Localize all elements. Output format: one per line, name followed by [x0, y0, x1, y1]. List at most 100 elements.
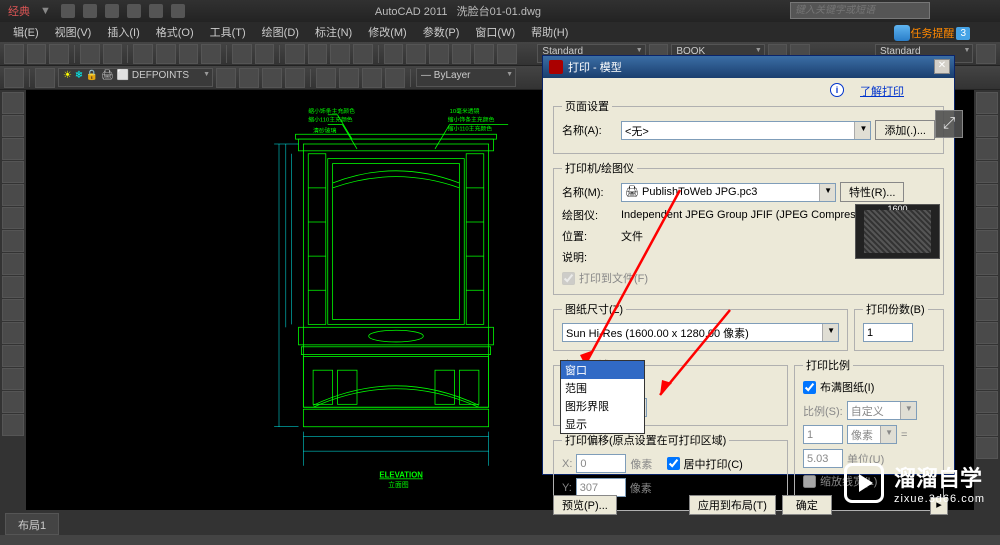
tool-pan-icon[interactable]	[285, 44, 305, 64]
qat-new-icon[interactable]	[61, 4, 75, 18]
tool-region-icon[interactable]	[2, 345, 24, 367]
menu-parametric[interactable]: 参数(P)	[415, 22, 468, 42]
tool-scale-icon[interactable]	[976, 253, 998, 275]
tool-move-icon[interactable]	[976, 207, 998, 229]
tool-fillet-icon[interactable]	[976, 414, 998, 436]
qat-undo-icon[interactable]	[127, 4, 141, 18]
menu-dimension[interactable]: 标注(N)	[307, 22, 360, 42]
plot-range-dropdown-list[interactable]: 窗口 范围 图形界限 显示	[560, 360, 645, 434]
plot-range-option-limits[interactable]: 图形界限	[561, 397, 644, 415]
layer-dropdown[interactable]: ☀ ❄ 🔒 🖨 ⬜ DEFPOINTS	[58, 68, 213, 87]
tool-open-icon[interactable]	[27, 44, 47, 64]
tool-attr-icon[interactable]	[385, 68, 405, 88]
plot-range-option-display[interactable]: 显示	[561, 415, 644, 433]
tool-copy-icon[interactable]	[156, 44, 176, 64]
qat-save-icon[interactable]	[105, 4, 119, 18]
tool-xline-icon[interactable]	[2, 115, 24, 137]
apply-layout-button[interactable]: 应用到布局(T)	[689, 495, 776, 515]
tool-mirror-icon[interactable]	[976, 138, 998, 160]
tool-array-icon[interactable]	[976, 184, 998, 206]
tool-line-icon[interactable]	[2, 92, 24, 114]
tool-properties-icon[interactable]	[384, 44, 404, 64]
tool-zoom-previous-icon[interactable]	[353, 44, 373, 64]
center-plot-checkbox[interactable]	[667, 457, 680, 470]
tool-preview-icon[interactable]	[103, 44, 123, 64]
tool-rotate-icon[interactable]	[976, 230, 998, 252]
printer-properties-button[interactable]: 特性(R)...	[840, 182, 904, 202]
tool-paste-icon[interactable]	[179, 44, 199, 64]
tool-gradient-icon[interactable]	[2, 414, 24, 436]
tool-cut-icon[interactable]	[133, 44, 153, 64]
tool-edit-icon[interactable]	[362, 68, 382, 88]
tool-layeriso-icon[interactable]	[216, 68, 236, 88]
qat-redo-icon[interactable]	[149, 4, 163, 18]
menu-help[interactable]: 帮助(H)	[523, 22, 576, 42]
menu-window[interactable]: 窗口(W)	[467, 22, 523, 42]
tool-new-icon[interactable]	[4, 44, 24, 64]
tool-break-icon[interactable]	[976, 345, 998, 367]
tool-ellipse-icon[interactable]	[2, 276, 24, 298]
copies-input[interactable]	[863, 323, 913, 342]
menu-insert[interactable]: 插入(I)	[99, 22, 147, 42]
plot-range-option-window[interactable]: 窗口	[561, 361, 644, 379]
linetype-dropdown[interactable]: — ByLayer	[416, 68, 516, 87]
menu-format[interactable]: 格式(O)	[148, 22, 202, 42]
learn-plot-link[interactable]: 了解打印	[860, 83, 904, 99]
tool-table2-icon[interactable]	[2, 368, 24, 390]
tool-pline-icon[interactable]	[2, 138, 24, 160]
tool-toolpalette-icon[interactable]	[429, 44, 449, 64]
menu-tools[interactable]: 工具(T)	[202, 22, 254, 42]
dialog-titlebar[interactable]: 打印 - 模型 ✕	[543, 56, 954, 78]
tool-dc-icon[interactable]	[406, 44, 426, 64]
printer-name-select[interactable]: 🖨 PublishToWeb JPG.pc3	[621, 183, 836, 202]
tool-rect-icon[interactable]	[2, 184, 24, 206]
tool-layer-icon[interactable]	[4, 68, 24, 88]
menu-view[interactable]: 视图(V)	[47, 22, 100, 42]
qat-print-icon[interactable]	[171, 4, 185, 18]
tool-zoom-icon[interactable]	[308, 44, 328, 64]
tool-zoom-window-icon[interactable]	[330, 44, 350, 64]
menu-draw[interactable]: 绘图(D)	[254, 22, 307, 42]
tool-layeroff-icon[interactable]	[239, 68, 259, 88]
menu-modify[interactable]: 修改(M)	[360, 22, 415, 42]
tool-layerlock-icon[interactable]	[285, 68, 305, 88]
fit-to-paper-checkbox[interactable]	[803, 381, 816, 394]
tool-trim-icon[interactable]	[976, 299, 998, 321]
tool-erase-icon[interactable]	[976, 92, 998, 114]
qat-open-icon[interactable]	[83, 4, 97, 18]
help-search-input[interactable]	[790, 2, 930, 19]
tool-block-icon[interactable]	[316, 68, 336, 88]
tool-chamfer-icon[interactable]	[976, 391, 998, 413]
page-setup-name-select[interactable]: <无>	[621, 121, 871, 140]
tool-markup-icon[interactable]	[474, 44, 494, 64]
task-reminder[interactable]: 任务提醒 3	[894, 25, 970, 41]
paper-size-select[interactable]: Sun Hi-Res (1600.00 x 1280.00 像素)	[562, 323, 839, 342]
tool-stretch-icon[interactable]	[976, 276, 998, 298]
tool-layerfreeze-icon[interactable]	[262, 68, 282, 88]
tool-point-icon[interactable]	[2, 322, 24, 344]
info-icon[interactable]: i	[830, 83, 844, 97]
tool-sheetset-icon[interactable]	[452, 44, 472, 64]
menu-edit[interactable]: 辑(E)	[5, 22, 47, 42]
tool-match-icon[interactable]	[201, 44, 221, 64]
tool-undo-icon[interactable]	[232, 44, 252, 64]
tool-layerstate-icon[interactable]	[35, 68, 55, 88]
preview-button[interactable]: 预览(P)...	[553, 495, 617, 515]
tool-qcalc-icon[interactable]	[497, 44, 517, 64]
ok-button[interactable]: 确定	[782, 495, 832, 515]
tool-explode-icon[interactable]	[976, 437, 998, 459]
tool-polygon-icon[interactable]	[2, 161, 24, 183]
tab-layout1[interactable]: 布局1	[5, 513, 59, 535]
tool-plot-icon[interactable]	[80, 44, 100, 64]
tool-join-icon[interactable]	[976, 368, 998, 390]
add-page-setup-button[interactable]: 添加(.)...	[875, 120, 935, 140]
tool-hatch-icon[interactable]	[2, 299, 24, 321]
tool-text-icon[interactable]	[2, 391, 24, 413]
floating-expand-button[interactable]: ⤢	[935, 110, 963, 138]
tool-extend-icon[interactable]	[976, 322, 998, 344]
tool-circle-icon[interactable]	[2, 230, 24, 252]
plot-range-option-extents[interactable]: 范围	[561, 379, 644, 397]
tool-redo-icon[interactable]	[255, 44, 275, 64]
close-button[interactable]: ✕	[934, 59, 950, 74]
tool-offset-icon[interactable]	[976, 161, 998, 183]
